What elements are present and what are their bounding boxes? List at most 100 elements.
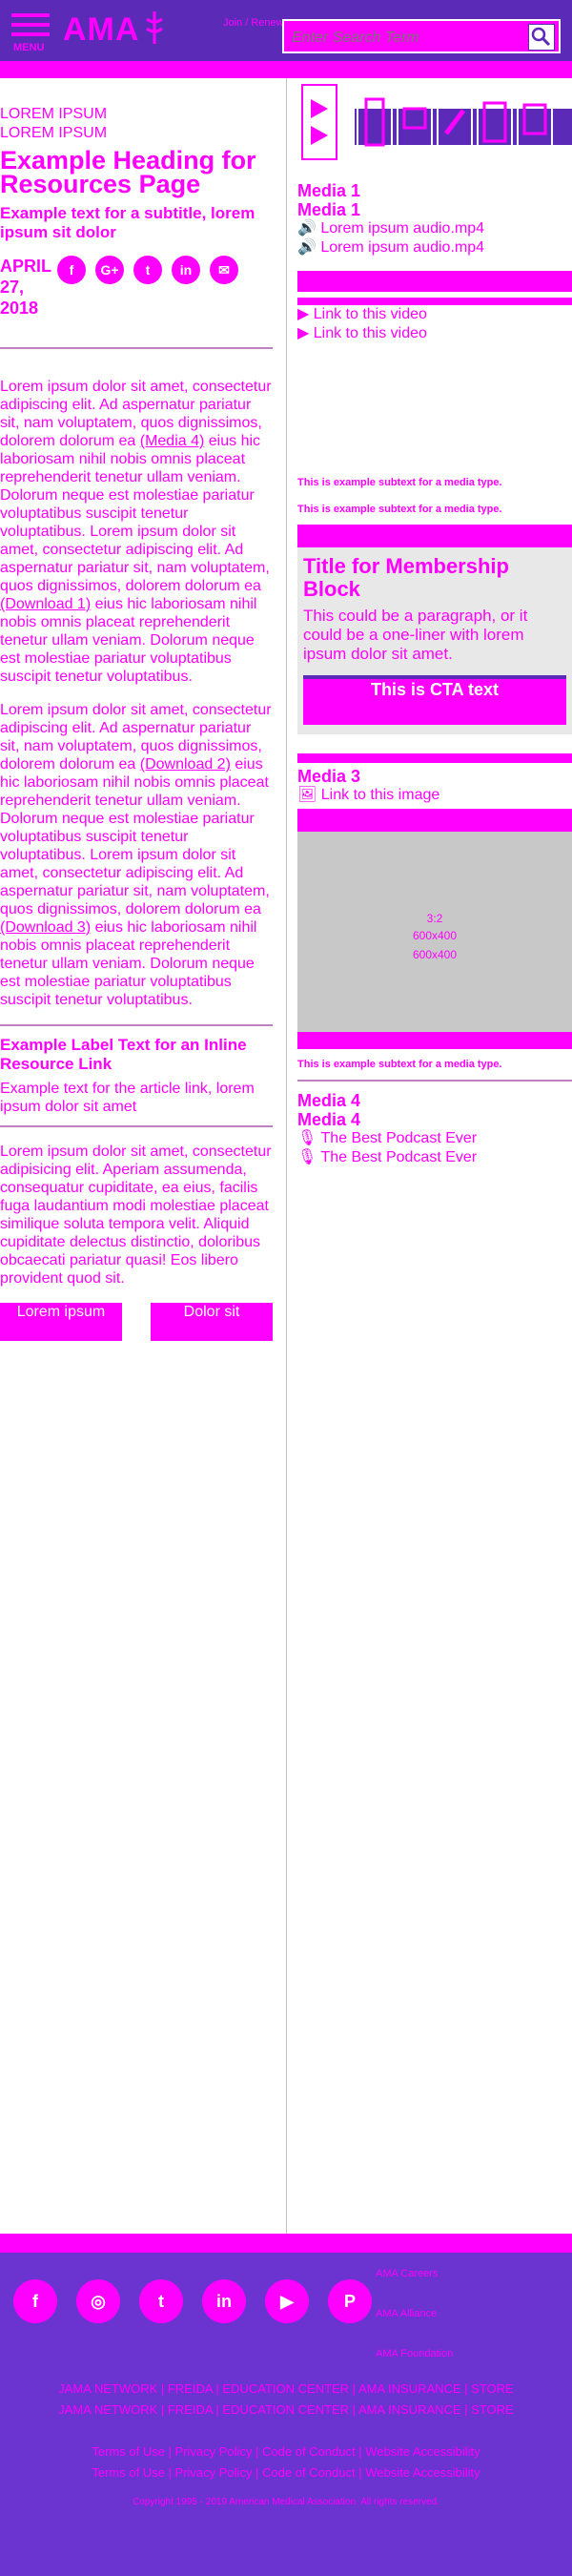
header-accent-bar — [0, 61, 572, 78]
search-icon — [531, 27, 551, 47]
image-link[interactable]: 🖼 Link to this image — [297, 786, 572, 805]
download-2-link[interactable]: (Download 2) — [140, 756, 231, 773]
article-eyebrow: LOREM IPSUM — [0, 106, 108, 122]
image-ratio: 3:2 — [426, 912, 443, 925]
presentation-icon[interactable] — [397, 84, 433, 160]
footer-nav: JAMA NETWORK | FREIDA | EDUCATION CENTER… — [0, 2379, 572, 2421]
facebook-icon[interactable]: f — [57, 256, 86, 284]
article-paragraph: Lorem ipsum dolor sit amet, consectetur … — [0, 378, 273, 686]
dolor-sit-button[interactable]: Dolor sit — [151, 1303, 273, 1341]
inline-resource-link[interactable]: Example Label Text for an Inline Resourc… — [0, 1036, 273, 1074]
twitter-icon[interactable]: t — [139, 2279, 183, 2323]
media-3-bar — [297, 753, 572, 763]
link-icon[interactable] — [437, 84, 473, 160]
image-size: 600x400 — [412, 948, 458, 961]
membership-paragraph: This could be a paragraph, or it could b… — [303, 607, 528, 663]
article-column: LOREM IPSUM LOREM IPSUM Example Heading … — [0, 105, 273, 1341]
article-paragraph: Lorem ipsum dolor sit amet, consectetur … — [0, 701, 273, 1009]
media-subtext: This is example subtext for a media type… — [297, 504, 502, 515]
footer-social-icons: f ◎ t in ▶ P — [13, 2279, 372, 2323]
ama-logo[interactable]: AMA — [63, 11, 139, 49]
inline-resource-description: Example text for the article link, lorem… — [0, 1081, 255, 1115]
paragraph-text: eius hic laboriosam nihil nobis omnis pl… — [0, 433, 270, 594]
play-icon[interactable] — [301, 84, 337, 160]
linkedin-icon[interactable]: in — [202, 2279, 246, 2323]
footer-nav-links[interactable]: JAMA NETWORK | FREIDA | EDUCATION CENTER… — [0, 2379, 572, 2400]
facebook-icon[interactable]: f — [13, 2279, 57, 2323]
paragraph-text: eius hic laboriosam nihil nobis omnis pl… — [0, 756, 270, 917]
footer-link-foundation[interactable]: AMA Foundation — [376, 2348, 566, 2360]
linkedin-icon[interactable]: in — [172, 256, 200, 284]
audio-file-label: Lorem ipsum audio.mp4 — [320, 220, 485, 237]
footer-legal: Terms of Use | Privacy Policy | Code of … — [0, 2442, 572, 2483]
download-3-link[interactable]: (Download 3) — [0, 919, 91, 936]
media-4-link[interactable]: (Media 4) — [140, 433, 205, 449]
button-row: Lorem ipsum Dolor sit — [0, 1303, 273, 1341]
page-title: Example Heading for Resources Page — [0, 146, 256, 198]
video-link[interactable]: ▶ Link to this video — [297, 324, 572, 343]
footer-links: AMA Careers AMA Alliance AMA Foundation — [376, 2268, 566, 2360]
podcast-link-label: The Best Podcast Ever — [320, 1149, 478, 1165]
video-link-label: Link to this video — [313, 306, 427, 322]
footer-nav-links[interactable]: JAMA NETWORK | FREIDA | EDUCATION CENTER… — [0, 2400, 572, 2421]
caduceus-icon — [146, 11, 163, 44]
divider — [0, 347, 273, 349]
instagram-icon[interactable]: ◎ — [76, 2279, 120, 2323]
footer-legal-links[interactable]: Terms of Use | Privacy Policy | Code of … — [0, 2463, 572, 2483]
search-button[interactable] — [528, 24, 555, 51]
menu-label: MENU — [13, 42, 45, 53]
article-paragraph: Lorem ipsum dolor sit amet, consectetur … — [0, 1144, 272, 1287]
join-renew-link[interactable]: Join / Renew — [223, 17, 284, 29]
media-1-heading: Media 1 — [297, 181, 361, 200]
document-icon[interactable] — [357, 84, 393, 160]
page-subtitle: Example text for a subtitle, lorem ipsum… — [0, 204, 255, 241]
download-1-link[interactable]: (Download 1) — [0, 596, 91, 612]
twitter-icon[interactable]: t — [133, 256, 162, 284]
divider — [0, 1125, 273, 1127]
media-3-heading: Media 3 — [297, 767, 361, 786]
calendar-icon[interactable] — [517, 84, 553, 160]
footer-link-careers[interactable]: AMA Careers — [376, 2268, 566, 2279]
google-plus-icon[interactable]: G+ — [95, 256, 124, 284]
menu-bar — [11, 32, 50, 36]
media-1-heading-echo: Media 1 — [297, 200, 361, 219]
lorem-ipsum-button[interactable]: Lorem ipsum — [0, 1303, 122, 1341]
footer-link-alliance[interactable]: AMA Alliance — [376, 2308, 566, 2319]
audio-file-link[interactable]: 🔊 Lorem ipsum audio.mp4 — [297, 219, 572, 238]
media-2-heading-bar — [297, 298, 572, 305]
search-input[interactable] — [290, 25, 522, 52]
email-icon[interactable]: ✉ — [210, 256, 238, 284]
image-footer-bar — [297, 1032, 572, 1049]
membership-title: Title for Membership Block — [303, 554, 509, 601]
media-2-heading-bar — [297, 271, 572, 292]
pinterest-icon[interactable]: P — [328, 2279, 372, 2323]
media-4-heading-echo: Media 4 — [297, 1110, 361, 1129]
calculator-icon[interactable] — [477, 84, 513, 160]
article-eyebrow-echo: LOREM IPSUM — [0, 125, 108, 141]
image-header-bar — [297, 809, 572, 832]
menu-bar — [11, 13, 50, 17]
audio-file-link[interactable]: 🔊 Lorem ipsum audio.mp4 — [297, 238, 572, 258]
menu-button[interactable] — [11, 13, 50, 42]
cta-button[interactable]: This is CTA text — [303, 675, 566, 725]
site-header: MENU AMA Join / Renew — [0, 0, 572, 61]
share-icons: f G+ t in ✉ — [57, 256, 238, 284]
video-link-label: Link to this video — [313, 325, 427, 341]
column-divider — [286, 78, 287, 2234]
divider — [0, 1024, 273, 1026]
media-type-strip — [297, 78, 572, 168]
image-size: 600x400 — [412, 929, 458, 942]
publish-date: APRIL 27, 2018 — [0, 257, 51, 318]
sidebar: Media 1 Media 1 🔊 Lorem ipsum audio.mp4 … — [297, 78, 572, 1167]
placeholder-image[interactable]: 3:2 600x400 600x400 — [297, 832, 572, 1032]
youtube-icon[interactable]: ▶ — [265, 2279, 309, 2323]
footer-accent-bar — [0, 2234, 572, 2253]
audio-file-label: Lorem ipsum audio.mp4 — [320, 239, 485, 256]
membership-bar — [297, 525, 572, 547]
podcast-link[interactable]: 🎙 The Best Podcast Ever — [297, 1129, 572, 1148]
media-subtext: This is example subtext for a media type… — [297, 1059, 502, 1070]
video-link[interactable]: ▶ Link to this video — [297, 305, 572, 324]
site-footer: f ◎ t in ▶ P AMA Careers AMA Alliance AM… — [0, 2234, 572, 2576]
footer-legal-links[interactable]: Terms of Use | Privacy Policy | Code of … — [0, 2442, 572, 2463]
podcast-link[interactable]: 🎙 The Best Podcast Ever — [297, 1148, 572, 1167]
